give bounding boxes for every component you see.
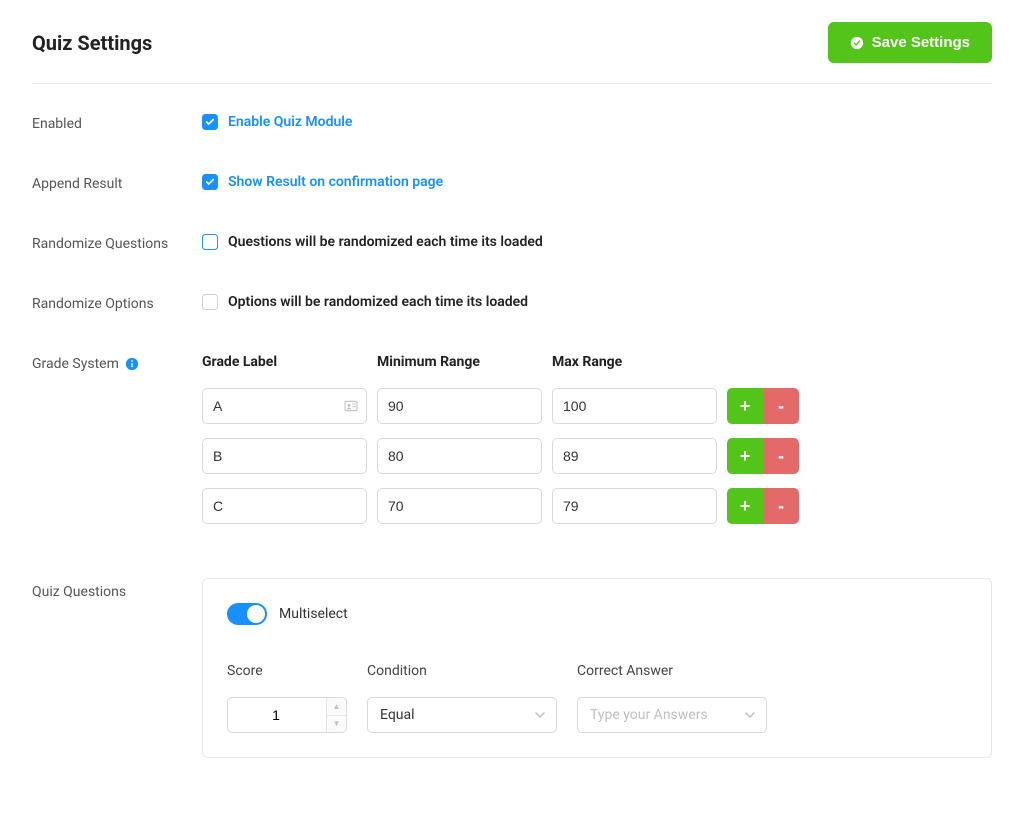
quiz-questions-panel: Multiselect Score Condition Correct Answ… (202, 578, 992, 758)
condition-value: Equal (380, 707, 415, 723)
grade-max-input[interactable] (552, 438, 717, 474)
id-card-icon (343, 398, 359, 414)
grade-row: + - (202, 488, 992, 524)
q-header-answer: Correct Answer (577, 663, 767, 679)
grade-header-max: Max Range (552, 354, 717, 370)
grade-remove-button[interactable]: - (763, 488, 799, 524)
grade-label-input[interactable] (202, 438, 367, 474)
enable-quiz-label: Enable Quiz Module (228, 114, 352, 130)
grade-system-label: Grade System (32, 354, 202, 374)
chevron-down-icon (744, 709, 756, 721)
q-header-condition: Condition (367, 663, 557, 679)
chevron-down-icon (534, 709, 546, 721)
randomize-options-label: Randomize Options (32, 294, 202, 314)
info-icon (125, 357, 139, 371)
grade-add-button[interactable]: + (727, 488, 763, 524)
show-result-label: Show Result on confirmation page (228, 174, 443, 190)
randomize-questions-checkbox[interactable] (202, 234, 218, 250)
save-settings-label: Save Settings (872, 34, 970, 51)
grade-min-input[interactable] (377, 488, 542, 524)
multiselect-toggle[interactable] (227, 603, 267, 625)
grade-label-input[interactable] (202, 488, 367, 524)
grade-header-label: Grade Label (202, 354, 367, 370)
grade-add-button[interactable]: + (727, 438, 763, 474)
randomize-questions-label: Randomize Questions (32, 234, 202, 254)
grade-min-input[interactable] (377, 438, 542, 474)
correct-answer-placeholder: Type your Answers (590, 707, 708, 723)
grade-max-input[interactable] (552, 488, 717, 524)
show-result-checkbox[interactable] (202, 174, 218, 190)
save-settings-button[interactable]: Save Settings (828, 22, 992, 63)
grade-row: + - (202, 438, 992, 474)
randomize-questions-text: Questions will be randomized each time i… (228, 234, 543, 250)
grade-remove-button[interactable]: - (763, 438, 799, 474)
grade-row: + - (202, 388, 992, 424)
correct-answer-select[interactable]: Type your Answers (577, 697, 767, 733)
q-header-score: Score (227, 663, 347, 679)
condition-select[interactable]: Equal (367, 697, 557, 733)
enabled-label: Enabled (32, 114, 202, 134)
check-icon (205, 177, 215, 187)
randomize-options-checkbox[interactable] (202, 294, 218, 310)
score-step-up[interactable]: ▲ (327, 698, 346, 716)
grade-header-min: Minimum Range (377, 354, 542, 370)
score-step-down[interactable]: ▼ (327, 716, 346, 733)
multiselect-label: Multiselect (279, 606, 348, 622)
check-circle-icon (850, 36, 864, 50)
grade-remove-button[interactable]: - (763, 388, 799, 424)
page-title: Quiz Settings (32, 31, 152, 55)
enable-quiz-checkbox[interactable] (202, 114, 218, 130)
grade-max-input[interactable] (552, 388, 717, 424)
grade-add-button[interactable]: + (727, 388, 763, 424)
randomize-options-text: Options will be randomized each time its… (228, 294, 528, 310)
quiz-questions-label: Quiz Questions (32, 578, 202, 602)
grade-min-input[interactable] (377, 388, 542, 424)
check-icon (205, 117, 215, 127)
append-result-label: Append Result (32, 174, 202, 194)
